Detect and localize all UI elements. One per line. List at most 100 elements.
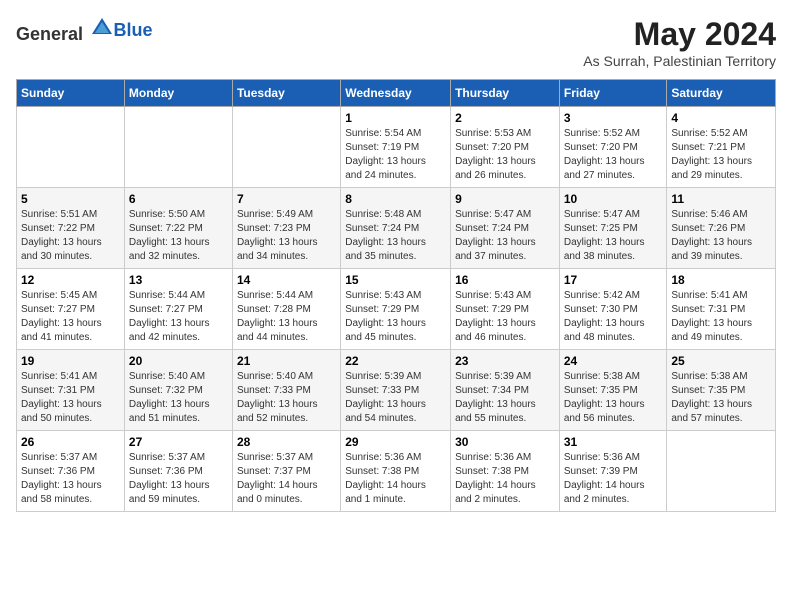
calendar-day-cell	[124, 107, 232, 188]
day-number: 31	[564, 435, 663, 449]
calendar-day-cell: 15 Sunrise: 5:43 AMSunset: 7:29 PMDayligh…	[341, 269, 451, 350]
day-number: 5	[21, 192, 120, 206]
day-number: 9	[455, 192, 555, 206]
day-number: 6	[129, 192, 228, 206]
day-info: Sunrise: 5:36 AMSunset: 7:38 PMDaylight:…	[455, 451, 555, 507]
calendar-day-cell: 25 Sunrise: 5:38 AMSunset: 7:35 PMDayligh…	[667, 350, 776, 431]
day-info: Sunrise: 5:40 AMSunset: 7:32 PMDaylight:…	[129, 370, 228, 426]
logo-icon	[90, 16, 114, 40]
day-number: 3	[564, 111, 663, 125]
day-number: 14	[237, 273, 336, 287]
weekday-header-cell: Tuesday	[232, 80, 340, 107]
calendar-day-cell: 12 Sunrise: 5:45 AMSunset: 7:27 PMDayligh…	[17, 269, 125, 350]
day-number: 13	[129, 273, 228, 287]
calendar-day-cell: 16 Sunrise: 5:43 AMSunset: 7:29 PMDayligh…	[451, 269, 560, 350]
calendar-day-cell: 23 Sunrise: 5:39 AMSunset: 7:34 PMDayligh…	[451, 350, 560, 431]
day-info: Sunrise: 5:37 AMSunset: 7:36 PMDaylight:…	[21, 451, 120, 507]
logo-text-general: General	[16, 24, 83, 44]
calendar-day-cell: 9 Sunrise: 5:47 AMSunset: 7:24 PMDaylight…	[451, 188, 560, 269]
day-info: Sunrise: 5:38 AMSunset: 7:35 PMDaylight:…	[671, 370, 771, 426]
weekday-header-cell: Thursday	[451, 80, 560, 107]
calendar-day-cell: 5 Sunrise: 5:51 AMSunset: 7:22 PMDaylight…	[17, 188, 125, 269]
calendar-day-cell: 17Sunrise: 5:42 AMSunset: 7:30 PMDayligh…	[559, 269, 667, 350]
weekday-header-cell: Monday	[124, 80, 232, 107]
day-info: Sunrise: 5:52 AMSunset: 7:20 PMDaylight:…	[564, 127, 663, 183]
day-number: 7	[237, 192, 336, 206]
calendar-day-cell: 13 Sunrise: 5:44 AMSunset: 7:27 PMDayligh…	[124, 269, 232, 350]
calendar-day-cell: 1Sunrise: 5:54 AMSunset: 7:19 PMDaylight…	[341, 107, 451, 188]
calendar-week-row: 1Sunrise: 5:54 AMSunset: 7:19 PMDaylight…	[17, 107, 776, 188]
day-info: Sunrise: 5:47 AMSunset: 7:24 PMDaylight:…	[455, 208, 555, 264]
day-info: Sunrise: 5:44 AMSunset: 7:28 PMDaylight:…	[237, 289, 336, 345]
day-info: Sunrise: 5:45 AMSunset: 7:27 PMDaylight:…	[21, 289, 120, 345]
day-number: 16	[455, 273, 555, 287]
calendar-day-cell: 21 Sunrise: 5:40 AMSunset: 7:33 PMDayligh…	[232, 350, 340, 431]
calendar-day-cell: 31 Sunrise: 5:36 AMSunset: 7:39 PMDayligh…	[559, 431, 667, 512]
calendar-table: SundayMondayTuesdayWednesdayThursdayFrid…	[16, 79, 776, 512]
day-number: 21	[237, 354, 336, 368]
calendar-day-cell: 10 Sunrise: 5:47 AMSunset: 7:25 PMDayligh…	[559, 188, 667, 269]
day-info: Sunrise: 5:39 AMSunset: 7:34 PMDaylight:…	[455, 370, 555, 426]
logo: General Blue	[16, 16, 153, 45]
calendar-day-cell: 3 Sunrise: 5:52 AMSunset: 7:20 PMDaylight…	[559, 107, 667, 188]
day-number: 8	[345, 192, 446, 206]
weekday-header-row: SundayMondayTuesdayWednesdayThursdayFrid…	[17, 80, 776, 107]
calendar-week-row: 5 Sunrise: 5:51 AMSunset: 7:22 PMDaylight…	[17, 188, 776, 269]
day-info: Sunrise: 5:37 AMSunset: 7:37 PMDaylight:…	[237, 451, 336, 507]
calendar-day-cell	[232, 107, 340, 188]
day-info: Sunrise: 5:51 AMSunset: 7:22 PMDaylight:…	[21, 208, 120, 264]
day-info: Sunrise: 5:52 AMSunset: 7:21 PMDaylight:…	[671, 127, 771, 183]
weekday-header-cell: Sunday	[17, 80, 125, 107]
day-number: 20	[129, 354, 228, 368]
title-block: May 2024 As Surrah, Palestinian Territor…	[583, 16, 776, 69]
day-number: 4	[671, 111, 771, 125]
weekday-header-cell: Saturday	[667, 80, 776, 107]
day-info: Sunrise: 5:43 AMSunset: 7:29 PMDaylight:…	[455, 289, 555, 345]
day-info: Sunrise: 5:36 AMSunset: 7:38 PMDaylight:…	[345, 451, 446, 507]
calendar-day-cell: 27 Sunrise: 5:37 AMSunset: 7:36 PMDayligh…	[124, 431, 232, 512]
day-number: 10	[564, 192, 663, 206]
day-number: 25	[671, 354, 771, 368]
calendar-week-row: 12 Sunrise: 5:45 AMSunset: 7:27 PMDayligh…	[17, 269, 776, 350]
calendar-body: 1Sunrise: 5:54 AMSunset: 7:19 PMDaylight…	[17, 107, 776, 512]
day-number: 26	[21, 435, 120, 449]
day-info: Sunrise: 5:40 AMSunset: 7:33 PMDaylight:…	[237, 370, 336, 426]
day-number: 12	[21, 273, 120, 287]
day-info: Sunrise: 5:54 AMSunset: 7:19 PMDaylight:…	[345, 127, 446, 183]
day-info: Sunrise: 5:43 AMSunset: 7:29 PMDaylight:…	[345, 289, 446, 345]
day-info: Sunrise: 5:49 AMSunset: 7:23 PMDaylight:…	[237, 208, 336, 264]
calendar-day-cell: 7 Sunrise: 5:49 AMSunset: 7:23 PMDaylight…	[232, 188, 340, 269]
calendar-day-cell: 11 Sunrise: 5:46 AMSunset: 7:26 PMDayligh…	[667, 188, 776, 269]
day-number: 24	[564, 354, 663, 368]
location-subtitle: As Surrah, Palestinian Territory	[583, 53, 776, 69]
day-number: 18	[671, 273, 771, 287]
day-info: Sunrise: 5:48 AMSunset: 7:24 PMDaylight:…	[345, 208, 446, 264]
calendar-day-cell: 28 Sunrise: 5:37 AMSunset: 7:37 PMDayligh…	[232, 431, 340, 512]
day-info: Sunrise: 5:39 AMSunset: 7:33 PMDaylight:…	[345, 370, 446, 426]
calendar-day-cell: 29 Sunrise: 5:36 AMSunset: 7:38 PMDayligh…	[341, 431, 451, 512]
calendar-day-cell: 6 Sunrise: 5:50 AMSunset: 7:22 PMDaylight…	[124, 188, 232, 269]
day-info: Sunrise: 5:41 AMSunset: 7:31 PMDaylight:…	[21, 370, 120, 426]
calendar-week-row: 26 Sunrise: 5:37 AMSunset: 7:36 PMDayligh…	[17, 431, 776, 512]
day-number: 29	[345, 435, 446, 449]
day-number: 2	[455, 111, 555, 125]
day-number: 11	[671, 192, 771, 206]
calendar-day-cell	[667, 431, 776, 512]
day-number: 28	[237, 435, 336, 449]
day-info: Sunrise: 5:37 AMSunset: 7:36 PMDaylight:…	[129, 451, 228, 507]
day-number: 22	[345, 354, 446, 368]
day-info: Sunrise: 5:47 AMSunset: 7:25 PMDaylight:…	[564, 208, 663, 264]
day-info: Sunrise: 5:46 AMSunset: 7:26 PMDaylight:…	[671, 208, 771, 264]
weekday-header-cell: Wednesday	[341, 80, 451, 107]
day-number: 27	[129, 435, 228, 449]
day-info: Sunrise: 5:38 AMSunset: 7:35 PMDaylight:…	[564, 370, 663, 426]
calendar-day-cell: 24 Sunrise: 5:38 AMSunset: 7:35 PMDayligh…	[559, 350, 667, 431]
logo-text-blue: Blue	[114, 20, 153, 40]
weekday-header-cell: Friday	[559, 80, 667, 107]
day-number: 15	[345, 273, 446, 287]
day-info: Sunrise: 5:36 AMSunset: 7:39 PMDaylight:…	[564, 451, 663, 507]
day-info: Sunrise: 5:50 AMSunset: 7:22 PMDaylight:…	[129, 208, 228, 264]
calendar-day-cell: 4 Sunrise: 5:52 AMSunset: 7:21 PMDaylight…	[667, 107, 776, 188]
day-number: 23	[455, 354, 555, 368]
day-info: Sunrise: 5:44 AMSunset: 7:27 PMDaylight:…	[129, 289, 228, 345]
